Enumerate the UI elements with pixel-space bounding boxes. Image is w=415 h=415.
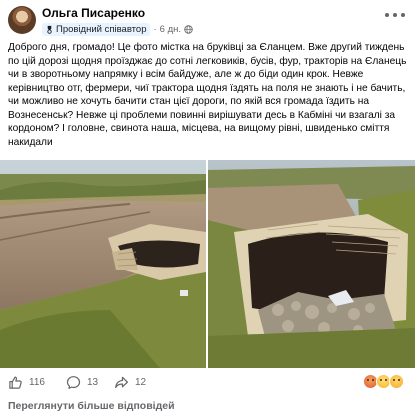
post-options-button[interactable] [385,8,405,22]
thumbs-up-icon [9,376,22,389]
comment-icon [66,375,81,389]
collapsed-bridge-photo-2[interactable] [208,160,415,368]
comment-button[interactable]: 13 [66,373,98,391]
photo-grid [0,160,415,368]
more-dots-icon [385,13,389,17]
post-timestamp[interactable]: 6 дн. [160,24,181,35]
contributor-badge[interactable]: Провідний співавтор [42,22,151,36]
post-meta: Провідний співавтор · 6 дн. [42,22,193,36]
post-body: Доброго дня, громадо! Це фото містка на … [8,42,407,148]
author-name[interactable]: Ольга Писаренко [42,6,145,20]
wow-reaction-icon [389,374,404,389]
reaction-summary[interactable] [363,374,407,390]
badge-label: Провідний співавтор [56,23,147,35]
reactions-bar: 116 13 12 [8,373,407,391]
meta-separator: · [153,23,157,35]
view-more-replies-link[interactable]: Переглянути більше відповідей [8,400,175,412]
collapsed-bridge-photo-1[interactable] [0,160,206,368]
author-avatar[interactable] [8,6,36,34]
share-icon [115,376,129,388]
share-button[interactable]: 12 [114,373,146,391]
like-button[interactable]: 116 [8,373,45,391]
like-count: 116 [29,376,45,388]
comment-count: 13 [87,376,99,388]
badge-icon [47,25,52,34]
post-header: Ольга Писаренко Провідний співавтор · 6 … [8,4,407,36]
share-count: 12 [135,376,147,388]
globe-icon [184,24,193,34]
